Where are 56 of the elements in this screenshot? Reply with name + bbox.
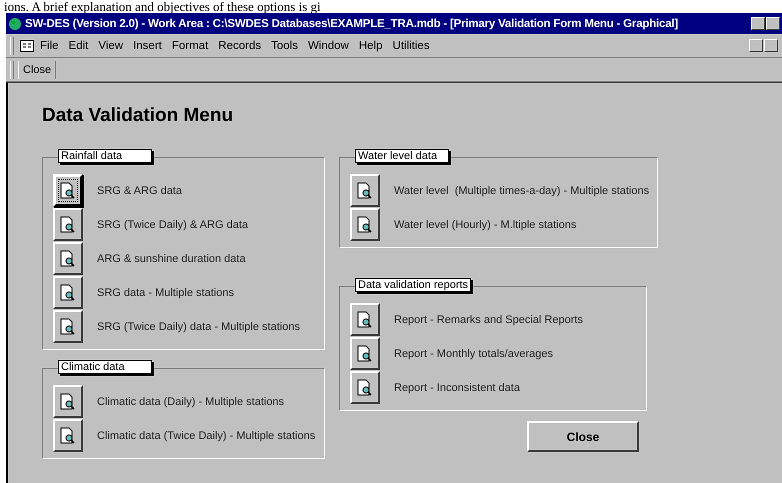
magnifier-document-icon [60, 318, 76, 336]
option-label: Report - Inconsistent data [394, 382, 520, 394]
magnifier-document-icon [60, 426, 76, 444]
close-button[interactable]: Close [527, 421, 639, 452]
menu-item[interactable]: Edit [64, 38, 92, 54]
menu-item[interactable]: Utilities [388, 38, 434, 54]
open-form-button[interactable] [53, 276, 83, 309]
magnifier-document-icon [357, 378, 373, 396]
magnifier-document-icon [357, 310, 373, 328]
option-label: SRG (Twice Daily) & ARG data [97, 218, 248, 230]
option-label: Climatic data (Daily) - Multiple stations [97, 396, 284, 408]
option-label: Climatic data (Twice Daily) - Multiple stations [97, 430, 316, 442]
menu-item[interactable]: Window [304, 38, 353, 54]
option-label: ARG & sunshine duration data [97, 252, 246, 264]
option-label: SRG data - Multiple stations [97, 286, 234, 298]
option-label: Report - Remarks and Special Reports [394, 314, 583, 326]
magnifier-document-icon [357, 216, 373, 234]
menu-item[interactable]: Format [168, 38, 212, 54]
open-form-button[interactable] [53, 174, 83, 207]
form-icon[interactable] [20, 40, 34, 52]
menu-item[interactable]: Tools [267, 38, 302, 54]
menu-item[interactable]: Insert [129, 38, 166, 54]
open-form-button[interactable] [350, 371, 380, 404]
group-title: Climatic data [58, 360, 152, 374]
open-form-button[interactable] [350, 337, 380, 370]
magnifier-document-icon [60, 250, 76, 268]
menu-item[interactable]: Help [354, 38, 387, 54]
open-form-button[interactable] [53, 208, 83, 241]
menu-item[interactable]: File [36, 38, 63, 54]
globe-icon [8, 16, 22, 30]
toolbar-close-button[interactable]: Close [18, 60, 56, 78]
magnifier-document-icon [357, 344, 373, 362]
open-form-button[interactable] [350, 174, 380, 207]
open-form-button[interactable] [53, 419, 83, 452]
magnifier-document-icon [357, 182, 373, 200]
open-form-button[interactable] [350, 303, 380, 336]
option-label: Report - Monthly totals/averages [394, 348, 553, 360]
menu-item[interactable]: View [94, 38, 128, 54]
option-label: SRG (Twice Daily) data - Multiple stations [97, 320, 300, 332]
group-title: Data validation reports [355, 278, 472, 292]
group-title: Rainfall data [58, 149, 152, 163]
open-form-button[interactable] [53, 242, 83, 275]
form-heading: Data Validation Menu [42, 105, 234, 127]
open-form-button[interactable] [53, 385, 83, 418]
open-form-button[interactable] [350, 208, 380, 241]
open-form-button[interactable] [53, 310, 83, 343]
window-title: SW-DES (Version 2.0) - Work Area : C:\SWDES Databases\EXAMPLE_TRA.mdb - [Primary Validation Form Menu - Graphical] [25, 18, 680, 30]
magnifier-document-icon [60, 216, 76, 234]
option-label: SRG & ARG data [97, 184, 182, 196]
menu-item[interactable]: Records [214, 38, 266, 54]
magnifier-document-icon [60, 392, 76, 410]
option-label: Water level (Multiple times-a-day) - Multiple stations [394, 184, 650, 196]
option-label: Water level (Hourly) - M.ltiple stations [394, 218, 576, 230]
group-title: Water level data [355, 149, 449, 163]
magnifier-document-icon [60, 284, 76, 302]
magnifier-document-icon [60, 182, 76, 200]
